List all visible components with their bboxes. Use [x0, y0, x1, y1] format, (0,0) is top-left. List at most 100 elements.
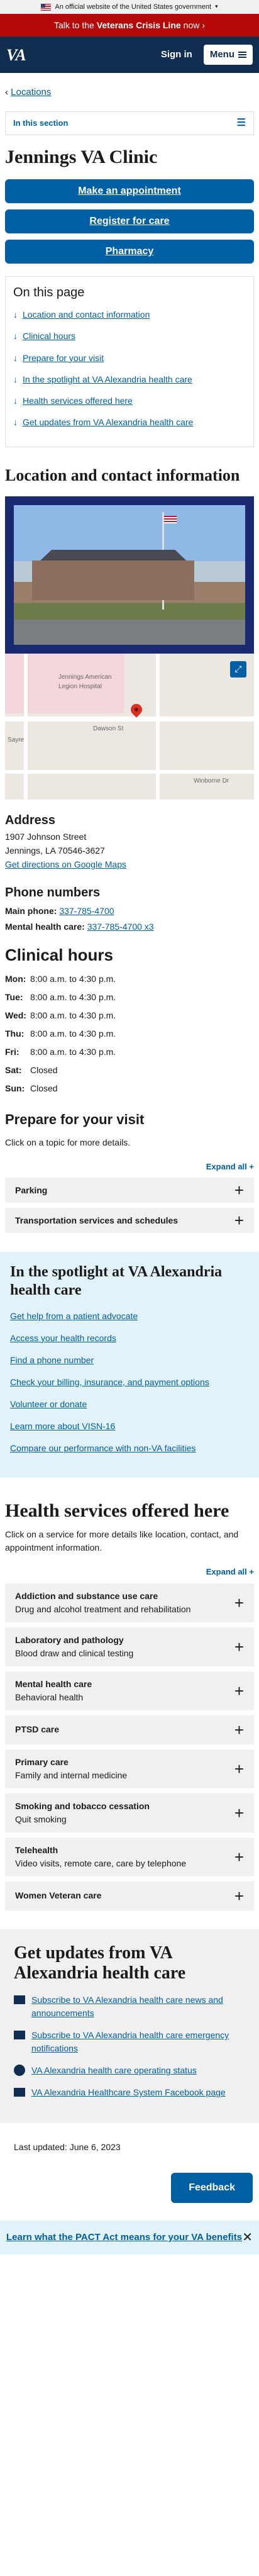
service-accordion[interactable]: Mental health care Behavioral health + — [5, 1671, 254, 1710]
on-this-page-item[interactable]: ↓ Clinical hours — [13, 330, 246, 342]
gov-banner-text: An official website of the United States… — [55, 3, 212, 11]
on-this-page-link[interactable]: Health services offered here — [23, 394, 133, 407]
updates-section: Get updates from VA Alexandria health ca… — [0, 1929, 259, 2124]
chevron-right-icon: › — [202, 20, 206, 30]
plus-icon: + — [234, 1211, 244, 1230]
service-title: Laboratory and pathology — [15, 1634, 124, 1645]
spotlight-link[interactable]: Get help from a patient advocate — [10, 1310, 249, 1323]
in-this-section-toggle[interactable]: In this section ☰ — [5, 111, 254, 135]
plus-icon: + — [234, 1181, 244, 1200]
address-line2: Jennings, LA 70546-3627 — [5, 845, 105, 856]
sign-in-button[interactable]: Sign in — [161, 48, 192, 62]
update-link[interactable]: Subscribe to VA Alexandria health care n… — [31, 1993, 245, 2020]
on-this-page-item[interactable]: ↓ Prepare for your visit — [13, 352, 246, 364]
on-this-page-item[interactable]: ↓ Get updates from VA Alexandria health c… — [13, 416, 246, 428]
feedback-button[interactable]: Feedback — [171, 2173, 253, 2204]
service-accordion[interactable]: PTSD care + — [5, 1715, 254, 1744]
pharmacy-button[interactable]: Pharmacy — [5, 240, 254, 264]
status-icon — [14, 2065, 25, 2077]
service-accordion[interactable]: Laboratory and pathology Blood draw and c… — [5, 1627, 254, 1666]
on-this-page-item[interactable]: ↓ Health services offered here — [13, 394, 246, 407]
service-accordion[interactable]: Addiction and substance use care Drug and… — [5, 1583, 254, 1622]
hours-time: 8:00 a.m. to 4:30 p.m. — [30, 1028, 116, 1039]
on-this-page-link[interactable]: Prepare for your visit — [23, 352, 104, 364]
plus-icon: + — [234, 1720, 244, 1739]
main-phone-link[interactable]: 337-785-4700 — [59, 906, 114, 916]
mental-phone-link[interactable]: 337-785-4700 x3 — [87, 922, 154, 932]
plus-icon: + — [234, 1681, 244, 1700]
service-subtitle: Behavioral health — [15, 1692, 84, 1702]
services-expand-all[interactable]: Expand all + — [5, 1566, 254, 1578]
crisis-strong: Veterans Crisis Line — [96, 20, 181, 30]
page-title: Jennings VA Clinic — [5, 146, 158, 167]
service-accordion[interactable]: Telehealth Video visits, remote care, car… — [5, 1837, 254, 1876]
services-intro: Click on a service for more details like… — [5, 1529, 239, 1553]
hours-row: Sat: Closed — [5, 1064, 254, 1077]
prepare-heading: Prepare for your visit — [5, 1111, 145, 1127]
pact-act-link[interactable]: Learn what the PACT Act means for your V… — [6, 2231, 242, 2244]
service-accordion[interactable]: Smoking and tobacco cessation Quit smokin… — [5, 1793, 254, 1832]
service-title: Smoking and tobacco cessation — [15, 1800, 150, 1811]
spotlight-link[interactable]: Check your billing, insurance, and payme… — [10, 1376, 249, 1389]
mail-icon — [14, 2031, 25, 2040]
map-label-hospital: Jennings American Legion Hospital — [58, 673, 112, 690]
on-this-page-link[interactable]: Get updates from VA Alexandria health ca… — [23, 416, 193, 428]
address-line1: 1907 Johnson Street — [5, 831, 87, 842]
chevron-down-icon: ▾ — [215, 3, 218, 10]
register-for-care-button[interactable]: Register for care — [5, 209, 254, 233]
update-link[interactable]: Subscribe to VA Alexandria health care e… — [31, 2029, 245, 2055]
on-this-page-item[interactable]: ↓ In the spotlight at VA Alexandria healt… — [13, 373, 246, 386]
make-appointment-button[interactable]: Make an appointment — [5, 179, 254, 203]
hours-row: Mon: 8:00 a.m. to 4:30 p.m. — [5, 973, 254, 986]
spotlight-section: In the spotlight at VA Alexandria health… — [0, 1252, 259, 1478]
prepare-expand-all[interactable]: Expand all + — [5, 1161, 254, 1173]
update-link[interactable]: VA Alexandria health care operating stat… — [31, 2064, 197, 2077]
service-subtitle: Family and internal medicine — [15, 1770, 128, 1780]
update-item: VA Alexandria health care operating stat… — [14, 2064, 245, 2077]
menu-button[interactable]: Menu — [203, 44, 253, 65]
hours-heading: Clinical hours — [5, 945, 113, 964]
service-accordion[interactable]: Primary care Family and internal medicine… — [5, 1749, 254, 1788]
prepare-accordion[interactable]: Parking + — [5, 1178, 254, 1203]
accordion-title: Parking — [15, 1185, 48, 1195]
service-title: Women Veteran care — [15, 1890, 102, 1901]
service-title: PTSD care — [15, 1724, 60, 1735]
update-link[interactable]: VA Alexandria Healthcare System Facebook… — [31, 2086, 226, 2099]
directions-link[interactable]: Get directions on Google Maps — [5, 859, 126, 869]
breadcrumb-locations[interactable]: Locations — [11, 87, 51, 98]
facility-map[interactable]: Jennings American Legion Hospital Sayre … — [5, 653, 254, 800]
crisis-prefix: Talk to the — [53, 20, 94, 30]
on-this-page-item[interactable]: ↓ Location and contact information — [13, 308, 246, 321]
spotlight-link[interactable]: Learn more about VISN-16 — [10, 1420, 249, 1433]
map-label-sayre: Sayre — [8, 736, 25, 744]
on-this-page-link[interactable]: Location and contact information — [23, 308, 150, 321]
spotlight-link[interactable]: Volunteer or donate — [10, 1398, 249, 1411]
update-item: Subscribe to VA Alexandria health care e… — [14, 2029, 245, 2055]
spotlight-link[interactable]: Access your health records — [10, 1332, 249, 1345]
close-icon[interactable]: ✕ — [242, 2228, 253, 2247]
service-subtitle: Drug and alcohol treatment and rehabilit… — [15, 1603, 191, 1614]
list-icon: ☰ — [236, 117, 246, 128]
spotlight-link[interactable]: Find a phone number — [10, 1354, 249, 1367]
arrow-down-icon: ↓ — [13, 331, 18, 342]
hours-day: Sat: — [5, 1064, 22, 1075]
arrow-down-icon: ↓ — [13, 396, 18, 406]
phone-block: Phone numbers Main phone: 337-785-4700 M… — [5, 883, 254, 934]
arrow-down-icon: ↓ — [13, 309, 18, 320]
plus-icon: + — [234, 1886, 244, 1905]
crisis-line-banner[interactable]: Talk to the Veterans Crisis Line now › — [0, 14, 259, 36]
on-this-page-link[interactable]: Clinical hours — [23, 330, 75, 342]
plus-icon: + — [234, 1593, 244, 1612]
on-this-page-link[interactable]: In the spotlight at VA Alexandria health… — [23, 373, 192, 386]
mail-icon — [14, 1995, 25, 2005]
service-accordion[interactable]: Women Veteran care + — [5, 1881, 254, 1910]
service-subtitle: Video visits, remote care, care by telep… — [15, 1858, 187, 1868]
gov-banner[interactable]: An official website of the United States… — [0, 0, 259, 14]
va-logo[interactable]: VA — [6, 43, 26, 67]
plus-icon: + — [234, 1759, 244, 1778]
expand-map-icon[interactable]: ⤢ — [230, 661, 246, 677]
arrow-down-icon: ↓ — [13, 352, 18, 363]
spotlight-link[interactable]: Compare our performance with non-VA faci… — [10, 1442, 249, 1455]
accordion-title: Transportation services and schedules — [15, 1215, 179, 1225]
prepare-accordion[interactable]: Transportation services and schedules + — [5, 1208, 254, 1234]
